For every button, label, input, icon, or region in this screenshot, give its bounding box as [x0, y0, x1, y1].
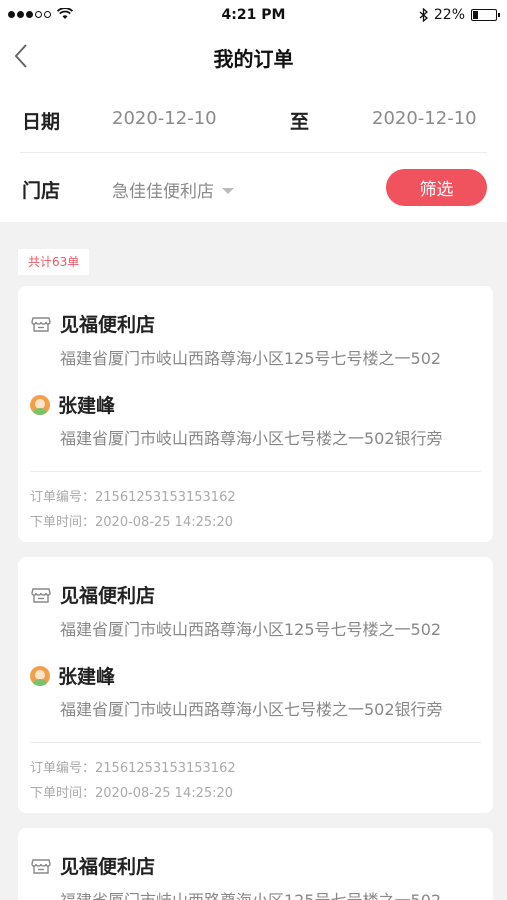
date-range-row: 日期 2020-12-10 至 2020-12-10 [0, 80, 507, 153]
card-divider [30, 471, 481, 472]
store-icon [31, 587, 51, 603]
status-bar: 4:21 PM 22% [0, 0, 507, 32]
start-date-field[interactable]: 2020-12-10 [112, 108, 217, 129]
card-divider [30, 742, 481, 743]
order-count-badge: 共计63单 [18, 249, 90, 275]
caret-down-icon [222, 187, 234, 194]
nav-bar: 我的订单 [0, 32, 507, 80]
order-card[interactable]: 见福便利店 福建省厦门市岐山西路尊海小区125号七号楼之一502 张建峰 福建省… [18, 286, 493, 542]
store-name-row: 见福便利店 [30, 310, 155, 337]
order-time: 下单时间：2020-08-25 14:25:20 [30, 515, 234, 530]
store-label: 门店 [22, 180, 61, 202]
date-label: 日期 [22, 111, 61, 133]
customer-row: 张建峰 [30, 391, 115, 418]
store-name-row: 见福便利店 [30, 581, 155, 608]
battery-percent: 22% [433, 7, 465, 23]
store-name: 见福便利店 [60, 314, 156, 336]
customer-avatar [30, 665, 50, 686]
store-icon [31, 858, 51, 874]
battery-fill [473, 11, 478, 19]
order-card[interactable]: 见福便利店 福建省厦门市岐山西路尊海小区125号七号楼之一502 [18, 828, 493, 900]
store-dropdown[interactable]: 急佳佳便利店 [112, 177, 234, 202]
customer-name: 张建峰 [58, 395, 116, 417]
bluetooth-icon [419, 8, 428, 22]
store-address: 福建省厦门市岐山西路尊海小区125号七号楼之一502 [60, 887, 441, 900]
customer-name: 张建峰 [58, 666, 116, 688]
store-name-row: 见福便利店 [30, 852, 155, 879]
page-title: 我的订单 [213, 47, 294, 71]
store-address: 福建省厦门市岐山西路尊海小区125号七号楼之一502 [60, 349, 442, 368]
end-date-field[interactable]: 2020-12-10 [372, 108, 477, 129]
status-right: 22% [419, 7, 500, 23]
customer-address: 福建省厦门市岐山西路尊海小区七号楼之一502银行旁 [60, 429, 443, 448]
date-to-label: 至 [290, 111, 310, 133]
order-number: 订单编号：21561253153153162 [30, 761, 236, 776]
filter-panel: 日期 2020-12-10 至 2020-12-10 门店 急佳佳便利店 筛选 [0, 80, 507, 222]
store-icon [31, 316, 51, 332]
store-name: 见福便利店 [60, 585, 156, 607]
order-number: 订单编号：21561253153153162 [30, 490, 236, 505]
filter-button[interactable]: 筛选 [386, 169, 487, 206]
customer-row: 张建峰 [30, 662, 115, 689]
store-dropdown-value: 急佳佳便利店 [112, 182, 214, 202]
battery-icon [471, 9, 500, 21]
store-address: 福建省厦门市岐山西路尊海小区125号七号楼之一502 [60, 620, 442, 639]
store-name: 见福便利店 [60, 856, 156, 878]
store-row: 门店 急佳佳便利店 筛选 [0, 153, 507, 222]
customer-address: 福建省厦门市岐山西路尊海小区七号楼之一502银行旁 [60, 700, 443, 719]
order-time: 下单时间：2020-08-25 14:25:20 [30, 786, 234, 801]
customer-avatar [30, 394, 50, 415]
order-card[interactable]: 见福便利店 福建省厦门市岐山西路尊海小区125号七号楼之一502 张建峰 福建省… [18, 557, 493, 813]
